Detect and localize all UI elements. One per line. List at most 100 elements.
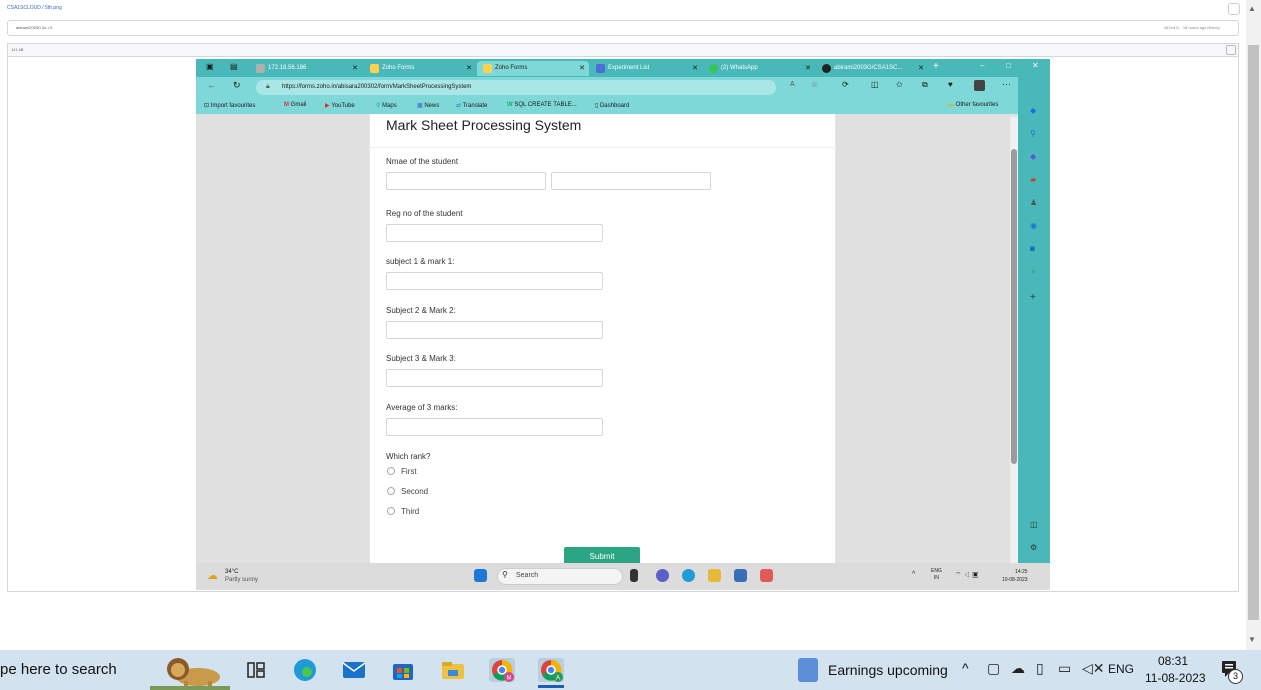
scroll-down-icon[interactable]: ▼ xyxy=(1248,635,1256,644)
more-options-icon[interactable]: ··· xyxy=(1002,79,1011,89)
inner-scroll-thumb[interactable] xyxy=(1011,149,1017,464)
earnings-widget-icon[interactable] xyxy=(798,658,818,682)
inner-language[interactable]: ENG IN xyxy=(931,568,942,582)
close-icon[interactable]: ✕ xyxy=(692,61,698,76)
clock-date[interactable]: 11-08-2023 xyxy=(1145,671,1206,685)
tray-app-icon[interactable]: ▢ xyxy=(987,660,1000,677)
subject1-input[interactable] xyxy=(386,272,603,290)
search-icon[interactable]: ⚲ xyxy=(1030,129,1036,138)
close-icon[interactable]: ✕ xyxy=(805,61,811,76)
edge-icon[interactable] xyxy=(292,658,318,682)
average-input[interactable] xyxy=(386,418,603,436)
tray-chevron-icon[interactable]: ^ xyxy=(962,660,969,676)
maximize-icon[interactable]: □ xyxy=(1006,61,1011,70)
microsoft365-icon[interactable]: ◉ xyxy=(1030,221,1037,230)
close-window-icon[interactable]: ✕ xyxy=(1032,61,1039,70)
download-icon[interactable] xyxy=(1226,45,1236,55)
close-icon[interactable]: ✕ xyxy=(352,61,358,76)
profile-avatar[interactable] xyxy=(974,80,985,91)
mail-icon[interactable] xyxy=(341,658,367,682)
file-explorer-icon[interactable] xyxy=(440,658,466,682)
new-tab-icon[interactable]: + xyxy=(933,61,939,72)
browser-essentials-icon[interactable]: ♥ xyxy=(948,80,953,89)
chrome-profile-a-icon[interactable]: A xyxy=(538,658,564,682)
fav-news[interactable]: ▦ News xyxy=(417,102,439,109)
earnings-widget[interactable]: Earnings upcoming xyxy=(828,662,948,678)
outlook-icon[interactable]: ◙ xyxy=(1030,244,1035,253)
tab-experiment-list[interactable]: Experiment List ✕ xyxy=(590,61,702,76)
volume-muted-icon[interactable]: ◁✕ xyxy=(1082,660,1105,677)
fav-youtube[interactable]: ▶ YouTube xyxy=(325,102,355,109)
inner-tray-icons[interactable]: ⌔ ◁ ▣ xyxy=(955,571,979,580)
commit-history[interactable]: 487ed7c · 18 hours ago History xyxy=(1164,25,1220,30)
file-title[interactable]: CSA1SCLOUD / 5th.png xyxy=(7,5,62,11)
last-name-input[interactable] xyxy=(551,172,711,190)
clock-time[interactable]: 08:31 xyxy=(1158,654,1188,668)
sidebar-settings-icon[interactable]: ⚙ xyxy=(1030,543,1037,552)
virtualbox-icon[interactable] xyxy=(734,569,747,582)
close-icon[interactable]: ✕ xyxy=(466,61,472,76)
tray-chevron-icon[interactable]: ^ xyxy=(912,571,915,578)
subject3-input[interactable] xyxy=(386,369,603,387)
drop-icon[interactable]: ➤ xyxy=(1030,267,1037,276)
subject2-input[interactable] xyxy=(386,321,603,339)
add-sidebar-icon[interactable]: + xyxy=(1030,292,1036,303)
close-icon[interactable]: ✕ xyxy=(579,61,585,76)
favorite-star-icon[interactable]: ☆ xyxy=(811,80,818,89)
favorites-icon[interactable]: ✩ xyxy=(896,80,903,89)
file-explorer-icon[interactable] xyxy=(708,569,721,582)
teams-chat-icon[interactable] xyxy=(656,569,669,582)
url-text[interactable]: https://forms.zoho.in/abisara200302/form… xyxy=(282,84,471,90)
task-view-icon[interactable] xyxy=(243,658,269,682)
tab-actions-icon[interactable]: ▤ xyxy=(230,62,238,71)
app-icon[interactable] xyxy=(760,569,773,582)
task-view-icon[interactable] xyxy=(630,569,638,582)
tab-zoho-forms-1[interactable]: Zoho Forms ✕ xyxy=(364,61,476,76)
chrome-profile-m-icon[interactable]: M xyxy=(489,658,515,682)
tab-ip[interactable]: 172.18.56.186 ✕ xyxy=(250,61,362,76)
taskbar-search[interactable]: pe here to search xyxy=(0,661,117,678)
inner-clock[interactable]: 14:25 10-08-2023 xyxy=(1002,568,1028,584)
workspaces-icon[interactable]: ▣ xyxy=(206,62,214,71)
fav-import-favourites[interactable]: ⊡ Import favourites xyxy=(204,102,255,109)
read-aloud-icon[interactable]: A xyxy=(790,81,795,88)
lion-search-highlight-icon[interactable] xyxy=(150,651,230,690)
collections-icon[interactable]: ⧉ xyxy=(922,80,928,90)
first-name-input[interactable] xyxy=(386,172,546,190)
tab-whatsapp[interactable]: (2) WhatsApp ✕ xyxy=(703,61,815,76)
tools-icon[interactable]: ▰ xyxy=(1030,175,1036,184)
battery-icon[interactable]: ▯ xyxy=(1036,660,1044,677)
fav-other-favourites[interactable]: ▬ Other favourites xyxy=(948,102,998,108)
split-screen-icon[interactable]: ◫ xyxy=(871,80,879,89)
language-indicator[interactable]: ENG xyxy=(1108,662,1134,676)
extensions-icon[interactable]: ⟳ xyxy=(842,80,849,89)
copy-path-icon[interactable] xyxy=(1228,3,1240,15)
radio-button[interactable] xyxy=(387,487,395,495)
fav-gmail[interactable]: M Gmail xyxy=(284,102,306,108)
back-icon[interactable]: ← xyxy=(207,80,216,90)
weather-temp[interactable]: 34°C xyxy=(225,569,238,575)
rank-option-first[interactable]: First xyxy=(387,467,417,476)
fav-dashboard[interactable]: ▯ Dashboard xyxy=(595,102,629,109)
fav-maps[interactable]: ⚲ Maps xyxy=(376,102,397,109)
radio-button[interactable] xyxy=(387,467,395,475)
fav-translate[interactable]: ⇄ Translate xyxy=(456,102,487,109)
tab-zoho-forms-2[interactable]: Zoho Forms ✕ xyxy=(477,61,589,76)
minimize-icon[interactable]: – xyxy=(980,61,984,70)
shopping-icon[interactable]: ◆ xyxy=(1030,152,1036,161)
fav-sql[interactable]: W SQL CREATE TABLE... xyxy=(507,102,577,108)
tab-github[interactable]: abirami2003G/CSA1SC... ✕ xyxy=(816,61,928,76)
discover-icon[interactable]: ◆ xyxy=(1030,106,1036,115)
weather-icon[interactable]: ☁ xyxy=(207,569,218,582)
scroll-up-icon[interactable]: ▲ xyxy=(1248,4,1256,13)
radio-button[interactable] xyxy=(387,507,395,515)
onedrive-icon[interactable]: ☁ xyxy=(1011,660,1025,677)
page-scroll-thumb[interactable] xyxy=(1248,45,1259,620)
windows-start-icon[interactable] xyxy=(474,569,487,582)
rank-option-second[interactable]: Second xyxy=(387,487,428,496)
close-icon[interactable]: ✕ xyxy=(918,61,924,76)
weather-desc[interactable]: Partly sunny xyxy=(225,577,258,583)
games-icon[interactable]: ♟ xyxy=(1030,198,1037,207)
sidebar-layout-icon[interactable]: ◫ xyxy=(1030,520,1038,529)
refresh-icon[interactable]: ↻ xyxy=(233,80,241,91)
